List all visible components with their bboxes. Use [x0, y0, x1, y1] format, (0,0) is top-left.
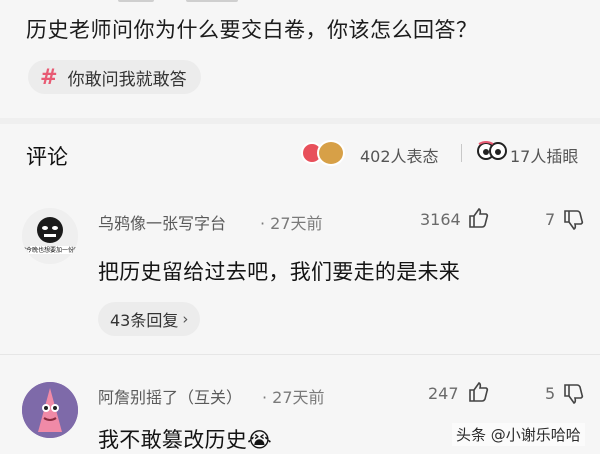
cut-text-fragment [118, 0, 154, 2]
comment-item: 你今晚也想要加一份吗 乌鸦像一张写字台 · 27天前 3164 7 把历史留给过… [0, 196, 600, 346]
reaction-icons[interactable] [301, 140, 357, 166]
comments-header: 评论 402人表态 17人插眼 [0, 124, 600, 184]
avatar-caption: 你今晚也想要加一份吗 [22, 246, 78, 254]
thumbs-down-icon[interactable] [562, 383, 584, 405]
watermark: 头条 @小谢乐哈哈 [452, 423, 585, 446]
reply-count: 43条回复 [110, 311, 179, 330]
comment-username[interactable]: 阿詹别摇了（互关） [98, 384, 242, 408]
avatar[interactable]: 你今晚也想要加一份吗 [22, 208, 78, 264]
comment-username[interactable]: 乌鸦像一张写字台 [98, 210, 226, 234]
topic-label: 你敢问我就敢答 [67, 69, 187, 90]
top-cut-strip [0, 0, 600, 8]
hash-icon: # [40, 65, 58, 89]
reply-chip[interactable]: 43条回复 › [98, 302, 201, 336]
avatar-image [22, 382, 78, 438]
header-separator [461, 144, 462, 162]
thumbs-down-icon[interactable] [562, 209, 584, 231]
comment-text: 我不敢篡改历史😭 [98, 428, 272, 452]
comment-divider [0, 354, 600, 355]
comment-text: 把历史留给过去吧，我们要走的是未来 [98, 260, 461, 284]
question-title[interactable]: 历史老师问你为什么要交白卷，你该怎么回答？ [26, 14, 478, 44]
dislike-count: 7 [545, 210, 556, 229]
avatar-image: 你今晚也想要加一份吗 [22, 208, 78, 264]
eye-icon[interactable] [477, 140, 507, 162]
thumbs-up-icon[interactable] [467, 207, 489, 229]
comments-title: 评论 [26, 145, 68, 169]
reactions-count[interactable]: 402人表态 [360, 143, 439, 167]
like-count: 247 [428, 384, 459, 403]
cut-text-fragment [186, 0, 238, 2]
thumbs-up-icon[interactable] [467, 381, 489, 403]
chevron-right-icon: › [182, 310, 189, 328]
avatar[interactable] [22, 382, 78, 438]
reaction-icon [317, 140, 345, 166]
topic-chip[interactable]: # 你敢问我就敢答 [28, 60, 201, 94]
dislike-count: 5 [545, 384, 556, 403]
eye-count[interactable]: 17人插眼 [510, 143, 578, 167]
comment-time: · 27天前 [260, 214, 323, 233]
like-count: 3164 [420, 210, 461, 229]
comment-time: · 27天前 [262, 388, 325, 407]
